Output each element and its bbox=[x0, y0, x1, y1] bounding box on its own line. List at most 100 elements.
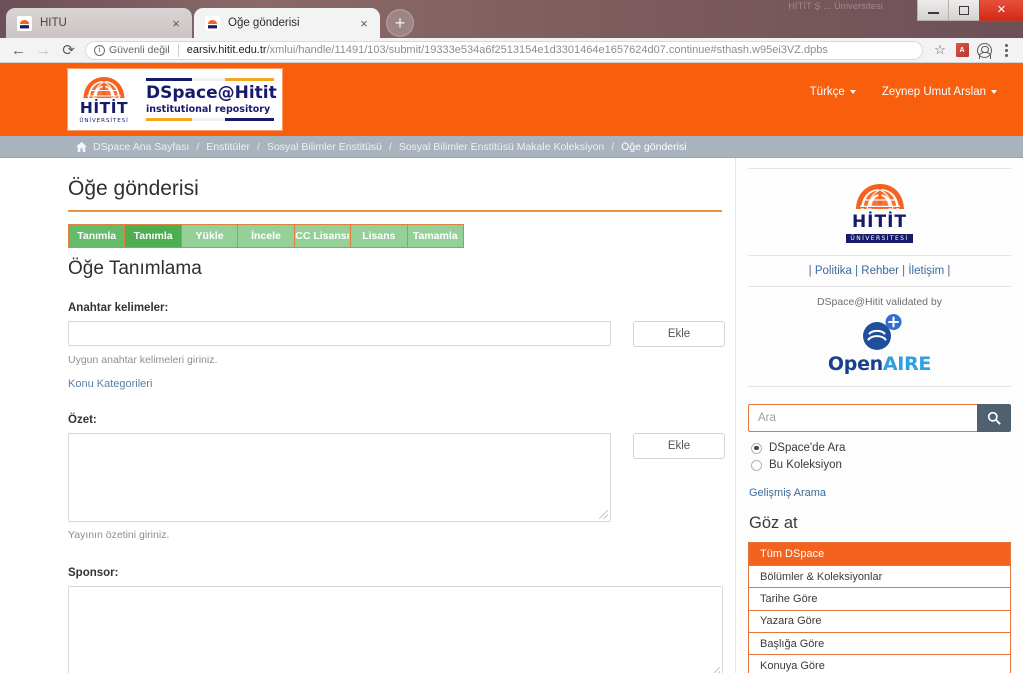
browse-item-by-title[interactable]: Başlığa Göre bbox=[749, 632, 1010, 656]
hitit-dome-icon bbox=[83, 77, 125, 99]
sponsor-textarea[interactable] bbox=[69, 587, 722, 673]
advanced-search-link[interactable]: Gelişmiş Arama bbox=[749, 487, 826, 499]
breadcrumb: DSpace Ana Sayfası / Enstitüler / Sosyal… bbox=[0, 136, 1023, 158]
step-tab-4[interactable]: CC Lisansı bbox=[294, 224, 352, 249]
brand-subtitle: institutional repository bbox=[146, 104, 271, 116]
bookmark-star-icon[interactable]: ☆ bbox=[929, 39, 951, 61]
page-columns: Öğe gönderisi Tanımla Tanımla Yükle İnce… bbox=[0, 158, 1023, 673]
abstract-hint: Yayının özetini giriniz. bbox=[68, 529, 170, 542]
step-tab-0[interactable]: Tanımla bbox=[68, 224, 126, 249]
field-group-abstract: Özet: Ekle Yayının özetini giriniz. bbox=[68, 414, 735, 541]
chevron-down-icon bbox=[991, 90, 997, 94]
submission-steps: Tanımla Tanımla Yükle İncele CC Lisansı … bbox=[68, 224, 464, 249]
step-tab-3[interactable]: İncele bbox=[238, 224, 295, 249]
abstract-label: Özet: bbox=[68, 414, 97, 427]
hitit-favicon-icon bbox=[17, 15, 32, 31]
omnibox-divider bbox=[177, 43, 179, 57]
abstract-textarea-wrap bbox=[68, 433, 611, 523]
openaire-aire-text: AIRE bbox=[882, 353, 932, 375]
search-input[interactable]: Ara bbox=[748, 404, 977, 432]
breadcrumb-separator: / bbox=[388, 140, 392, 153]
validated-by-label: DSpace@Hitit validated by bbox=[816, 296, 943, 308]
browse-list: Tüm DSpace Bölümler & Koleksiyonlar Tari… bbox=[748, 542, 1011, 673]
openaire-open-text: Open bbox=[827, 353, 883, 375]
browser-tab-2-label: Öğe gönderisi bbox=[228, 17, 300, 29]
forward-icon[interactable]: → bbox=[31, 38, 56, 63]
search-icon bbox=[987, 411, 1001, 425]
keywords-add-button[interactable]: Ekle bbox=[633, 321, 725, 348]
breadcrumb-item-3[interactable]: Sosyal Bilimler Enstitüsü Makale Koleksi… bbox=[399, 141, 604, 153]
browser-toolbar: ← → ⟳ i Güvenli değil earsiv.hitit.edu.t… bbox=[0, 38, 1023, 63]
address-bar[interactable]: i Güvenli değil earsiv.hitit.edu.tr/xmlu… bbox=[85, 40, 923, 60]
info-circle-icon[interactable]: i bbox=[94, 44, 105, 56]
breadcrumb-item-0[interactable]: DSpace Ana Sayfası bbox=[93, 141, 189, 153]
field-group-keywords: Anahtar kelimeler: Ekle Uygun anahtar ke… bbox=[68, 302, 735, 392]
radio-unselected-icon[interactable] bbox=[751, 459, 762, 471]
abstract-textarea[interactable] bbox=[69, 434, 610, 522]
browser-window: HİTİT Ş ... Üniversitesi HİTÜ × Öğe gönd… bbox=[0, 0, 1023, 673]
browser-tab-1[interactable]: HİTÜ × bbox=[6, 8, 192, 38]
browse-item-all-dspace[interactable]: Tüm DSpace bbox=[749, 543, 1010, 566]
address-bar-url: earsiv.hitit.edu.tr/xmlui/handle/11491/1… bbox=[187, 44, 828, 56]
sponsor-row bbox=[68, 586, 735, 673]
breadcrumb-separator: / bbox=[611, 140, 615, 153]
hitit-dome-icon bbox=[855, 184, 904, 210]
brand-rule-top bbox=[146, 78, 275, 81]
sidebar-hitit-wordmark: HİTİT bbox=[851, 212, 908, 232]
openaire-logo[interactable]: OpenAIRE bbox=[748, 312, 1011, 387]
page-content: HİTİT ÜNİVERSİTESİ DSpace@Hitit institut… bbox=[0, 63, 1023, 673]
sidebar-hitit-logo[interactable]: HİTİT ÜNİVERSİTESİ bbox=[748, 169, 1011, 255]
step-tab-5[interactable]: Lisans bbox=[351, 224, 408, 249]
resize-grip-icon[interactable] bbox=[711, 667, 720, 673]
user-menu-label: Zeynep Umut Arslan bbox=[881, 86, 986, 98]
section-title: Öğe Tanımlama bbox=[68, 258, 202, 280]
pdf-extension-icon[interactable]: A bbox=[951, 39, 973, 61]
browse-item-by-date[interactable]: Tarihe Göre bbox=[749, 588, 1010, 611]
language-switcher[interactable]: Türkçe bbox=[810, 86, 856, 98]
browser-tab-2[interactable]: Öğe gönderisi × bbox=[194, 8, 380, 38]
new-tab-button[interactable]: + bbox=[386, 9, 414, 37]
sidebar-search: Ara bbox=[748, 404, 1011, 432]
step-tab-6[interactable]: Tamamla bbox=[407, 224, 464, 249]
url-host: earsiv.hitit.edu.tr bbox=[186, 44, 267, 56]
openaire-wordmark: OpenAIRE bbox=[828, 353, 931, 375]
search-button[interactable] bbox=[977, 404, 1011, 432]
subject-categories-link[interactable]: Konu Kategorileri bbox=[68, 378, 152, 390]
reload-icon[interactable]: ⟳ bbox=[56, 38, 81, 63]
keywords-input[interactable] bbox=[68, 321, 611, 347]
keywords-hint: Uygun anahtar kelimeleri giriniz. bbox=[68, 354, 218, 367]
site-logo[interactable]: HİTİT ÜNİVERSİTESİ DSpace@Hitit institut… bbox=[68, 69, 282, 130]
browse-item-communities[interactable]: Bölümler & Koleksiyonlar bbox=[749, 566, 1010, 589]
search-scope-dspace[interactable]: DSpace'de Ara bbox=[751, 442, 1011, 454]
step-tab-2[interactable]: Yükle bbox=[181, 224, 239, 249]
search-scope-collection[interactable]: Bu Koleksiyon bbox=[751, 459, 1011, 471]
title-divider bbox=[68, 210, 722, 213]
back-icon[interactable]: ← bbox=[6, 38, 31, 63]
resize-grip-icon[interactable] bbox=[599, 510, 608, 520]
hitit-university-logo: HİTİT ÜNİVERSİTESİ bbox=[68, 69, 140, 130]
browse-item-by-author[interactable]: Yazara Göre bbox=[749, 610, 1010, 633]
user-menu[interactable]: Zeynep Umut Arslan bbox=[882, 86, 997, 98]
radio-selected-icon[interactable] bbox=[751, 442, 762, 454]
profile-avatar-icon[interactable] bbox=[973, 39, 995, 61]
browser-tab-2-close-icon[interactable]: × bbox=[356, 15, 372, 31]
site-brand-text: DSpace@Hitit institutional repository bbox=[140, 69, 282, 130]
chevron-down-icon bbox=[849, 90, 856, 94]
sidebar-universitesi-wordmark: ÜNİVERSİTESİ bbox=[846, 234, 913, 243]
browser-tab-1-label: HİTÜ bbox=[40, 17, 67, 29]
abstract-add-button[interactable]: Ekle bbox=[633, 433, 725, 460]
window-minimize-button[interactable] bbox=[917, 0, 948, 21]
sidebar-policy-links[interactable]: | Politika | Rehber | İletişim | bbox=[748, 255, 1011, 287]
window-ghost-title: HİTİT Ş ... Üniversitesi bbox=[788, 1, 883, 11]
step-tab-1[interactable]: Tanımla bbox=[125, 224, 182, 249]
breadcrumb-item-2[interactable]: Sosyal Bilimler Enstitüsü bbox=[267, 141, 382, 153]
kebab-menu-icon[interactable] bbox=[995, 39, 1017, 61]
main-content: Öğe gönderisi Tanımla Tanımla Yükle İnce… bbox=[0, 158, 735, 673]
window-close-button[interactable]: ✕ bbox=[979, 0, 1023, 21]
breadcrumb-item-1[interactable]: Enstitüler bbox=[206, 141, 250, 153]
browser-tab-1-close-icon[interactable]: × bbox=[168, 15, 184, 31]
tab-strip: HİTÜ × Öğe gönderisi × + bbox=[0, 6, 414, 38]
security-status-label: Güvenli değil bbox=[109, 44, 170, 56]
window-maximize-button[interactable] bbox=[948, 0, 979, 21]
browse-item-by-subject[interactable]: Konuya Göre bbox=[749, 655, 1010, 673]
